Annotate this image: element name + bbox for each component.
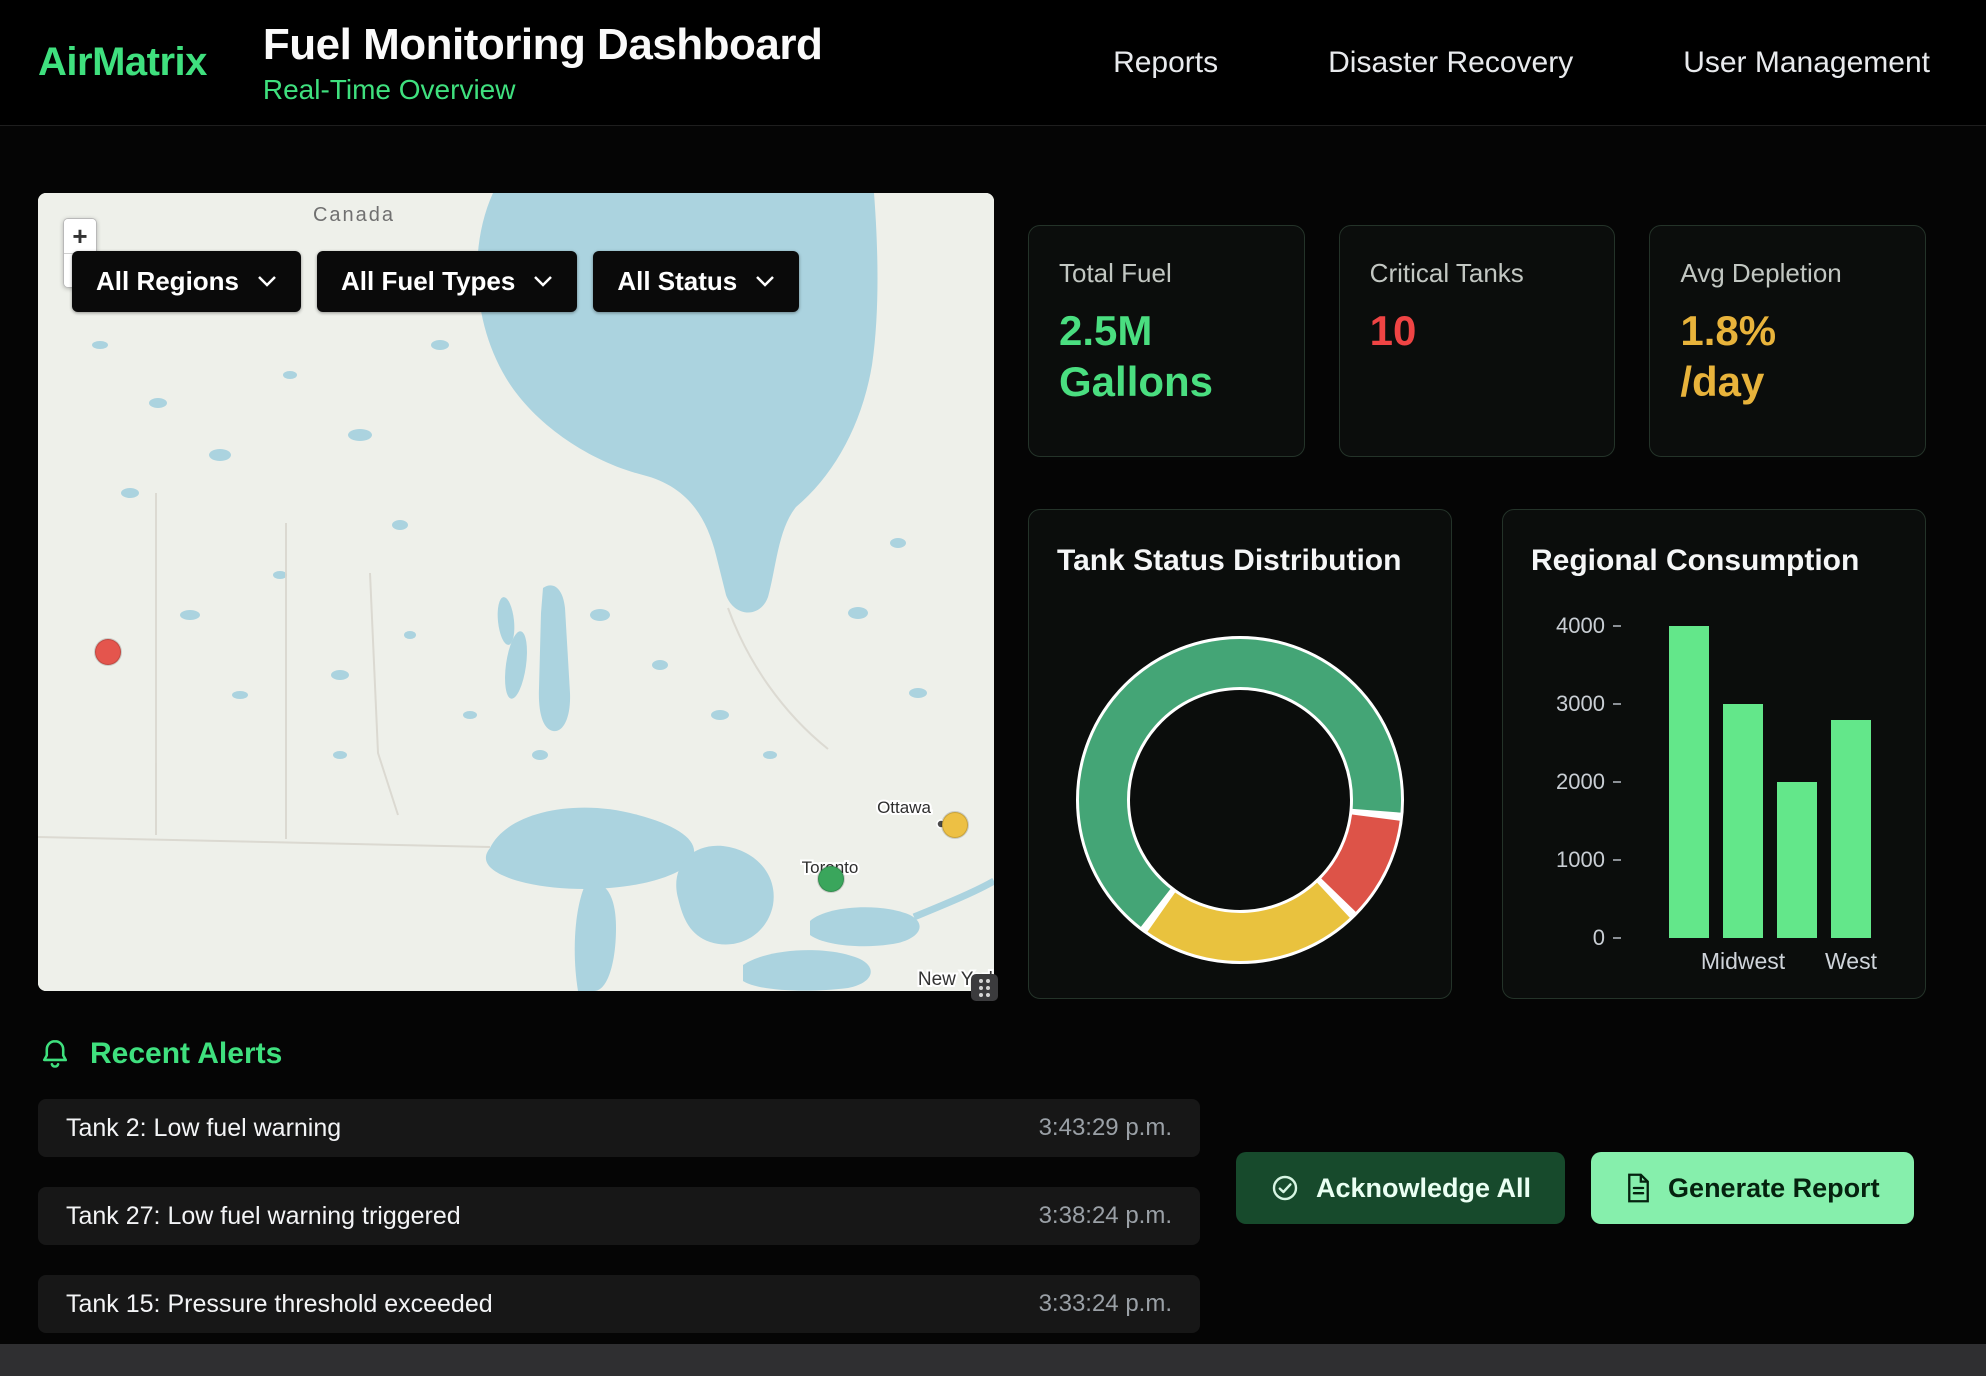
- bar-chart-y-axis: 4000 3000 2000 1000 0: [1531, 615, 1621, 949]
- bar[interactable]: [1777, 782, 1817, 938]
- bar-chart-x-axis: Midwest West: [1621, 948, 1897, 982]
- y-tick-label: 0: [1593, 925, 1605, 951]
- bar-group: [1621, 626, 1897, 938]
- y-tick-mark: [1613, 859, 1621, 861]
- map-marker-critical[interactable]: [95, 639, 121, 665]
- brand-logo: AirMatrix: [38, 40, 207, 85]
- regional-consumption-chart-card: Regional Consumption 4000 3000 2000 1000…: [1502, 509, 1926, 999]
- fuel-types-filter-dropdown[interactable]: All Fuel Types: [317, 251, 577, 312]
- alert-time: 3:38:24 p.m.: [1039, 1202, 1172, 1230]
- alert-time: 3:43:29 p.m.: [1039, 1114, 1172, 1142]
- nav-item-user-management[interactable]: User Management: [1683, 46, 1930, 80]
- regions-filter-label: All Regions: [96, 266, 239, 297]
- donut-chart-title: Tank Status Distribution: [1057, 544, 1423, 578]
- generate-report-label: Generate Report: [1668, 1173, 1880, 1204]
- tank-status-chart-card: Tank Status Distribution: [1028, 509, 1452, 999]
- y-tick-mark: [1613, 781, 1621, 783]
- status-filter-label: All Status: [617, 266, 737, 297]
- donut-chart: [1070, 630, 1410, 970]
- fuel-types-filter-label: All Fuel Types: [341, 266, 515, 297]
- stats-row: Total Fuel 2.5M Gallons Critical Tanks 1…: [1028, 225, 1926, 457]
- y-tick-label: 1000: [1556, 847, 1605, 873]
- map-label-ottawa: Ottawa: [877, 798, 931, 817]
- alerts-heading: Recent Alerts: [38, 1037, 1926, 1071]
- bar-chart: 4000 3000 2000 1000 0: [1531, 626, 1897, 982]
- map-marker-warning[interactable]: [942, 812, 968, 838]
- nav-item-disaster-recovery[interactable]: Disaster Recovery: [1328, 46, 1573, 80]
- acknowledge-all-label: Acknowledge All: [1316, 1173, 1531, 1204]
- alert-row[interactable]: Tank 15: Pressure threshold exceeded 3:3…: [38, 1275, 1200, 1333]
- page-title: Fuel Monitoring Dashboard: [263, 20, 822, 70]
- stat-value: 2.5M Gallons: [1059, 305, 1274, 407]
- recent-alerts-section: Recent Alerts Tank 2: Low fuel warning 3…: [0, 999, 1986, 1333]
- y-tick-mark: [1613, 937, 1621, 939]
- alerts-heading-text: Recent Alerts: [90, 1037, 282, 1071]
- stat-card-total-fuel: Total Fuel 2.5M Gallons: [1028, 225, 1305, 457]
- charts-row: Tank Status Distribution Regional Consum…: [1028, 509, 1926, 999]
- map-surface: Canada Ottawa Toronto New York: [38, 193, 994, 991]
- stat-value: 10: [1370, 305, 1585, 356]
- map-filter-bar: All Regions All Fuel Types All Status: [72, 251, 799, 312]
- alert-list: Tank 2: Low fuel warning 3:43:29 p.m. Ta…: [38, 1099, 1200, 1333]
- donut-chart-canvas: [1070, 630, 1410, 970]
- alert-message: Tank 27: Low fuel warning triggered: [66, 1202, 461, 1231]
- map-canvas[interactable]: Canada Ottawa Toronto New York: [38, 193, 994, 991]
- regions-filter-dropdown[interactable]: All Regions: [72, 251, 301, 312]
- alerts-body: Tank 2: Low fuel warning 3:43:29 p.m. Ta…: [38, 1099, 1926, 1333]
- generate-report-button[interactable]: Generate Report: [1591, 1152, 1914, 1224]
- map-panel: Canada Ottawa Toronto New York + − All R…: [38, 193, 994, 991]
- top-nav: Reports Disaster Recovery User Managemen…: [1113, 46, 1956, 80]
- chevron-down-icon: [533, 275, 553, 288]
- bar[interactable]: [1831, 720, 1871, 938]
- chevron-down-icon: [257, 275, 277, 288]
- status-filter-dropdown[interactable]: All Status: [593, 251, 799, 312]
- page-subtitle: Real-Time Overview: [263, 74, 822, 106]
- bar[interactable]: [1669, 626, 1709, 938]
- bar[interactable]: [1723, 704, 1763, 938]
- bar-chart-plot: Midwest West: [1621, 626, 1897, 982]
- chevron-down-icon: [755, 275, 775, 288]
- acknowledge-all-button[interactable]: Acknowledge All: [1236, 1152, 1565, 1224]
- y-tick-label: 3000: [1556, 691, 1605, 717]
- map-resize-handle[interactable]: [971, 974, 998, 1001]
- alert-row[interactable]: Tank 27: Low fuel warning triggered 3:38…: [38, 1187, 1200, 1245]
- alert-row[interactable]: Tank 2: Low fuel warning 3:43:29 p.m.: [38, 1099, 1200, 1157]
- bell-icon: [38, 1037, 72, 1071]
- stat-label: Avg Depletion: [1680, 258, 1895, 289]
- map-marker-normal[interactable]: [818, 866, 844, 892]
- alert-message: Tank 2: Low fuel warning: [66, 1114, 341, 1143]
- bottom-strip: [0, 1344, 1986, 1376]
- y-tick-mark: [1613, 625, 1621, 627]
- alert-time: 3:33:24 p.m.: [1039, 1290, 1172, 1318]
- stat-card-avg-depletion: Avg Depletion 1.8%/day: [1649, 225, 1926, 457]
- nav-item-reports[interactable]: Reports: [1113, 46, 1218, 80]
- map-label-canada: Canada: [313, 204, 395, 226]
- document-icon: [1625, 1173, 1652, 1203]
- map-water-lake-ontario: [810, 907, 920, 946]
- y-tick-mark: [1613, 703, 1621, 705]
- right-column: Total Fuel 2.5M Gallons Critical Tanks 1…: [1028, 193, 1926, 999]
- stat-card-critical-tanks: Critical Tanks 10: [1339, 225, 1616, 457]
- title-block: Fuel Monitoring Dashboard Real-Time Over…: [263, 20, 822, 106]
- alert-actions: Acknowledge All Generate Report: [1236, 1152, 1914, 1224]
- app-header: AirMatrix Fuel Monitoring Dashboard Real…: [0, 0, 1986, 126]
- x-tick-label: Midwest: [1701, 948, 1785, 975]
- alert-message: Tank 15: Pressure threshold exceeded: [66, 1290, 493, 1319]
- stat-label: Critical Tanks: [1370, 258, 1585, 289]
- y-tick-label: 2000: [1556, 769, 1605, 795]
- check-circle-icon: [1270, 1173, 1300, 1203]
- main-content: Canada Ottawa Toronto New York + − All R…: [0, 126, 1986, 999]
- stat-value: 1.8%/day: [1680, 305, 1784, 407]
- bar-chart-title: Regional Consumption: [1531, 544, 1897, 578]
- x-tick-label: West: [1825, 948, 1877, 975]
- stat-label: Total Fuel: [1059, 258, 1274, 289]
- zoom-in-button[interactable]: +: [64, 219, 96, 253]
- y-tick-label: 4000: [1556, 613, 1605, 639]
